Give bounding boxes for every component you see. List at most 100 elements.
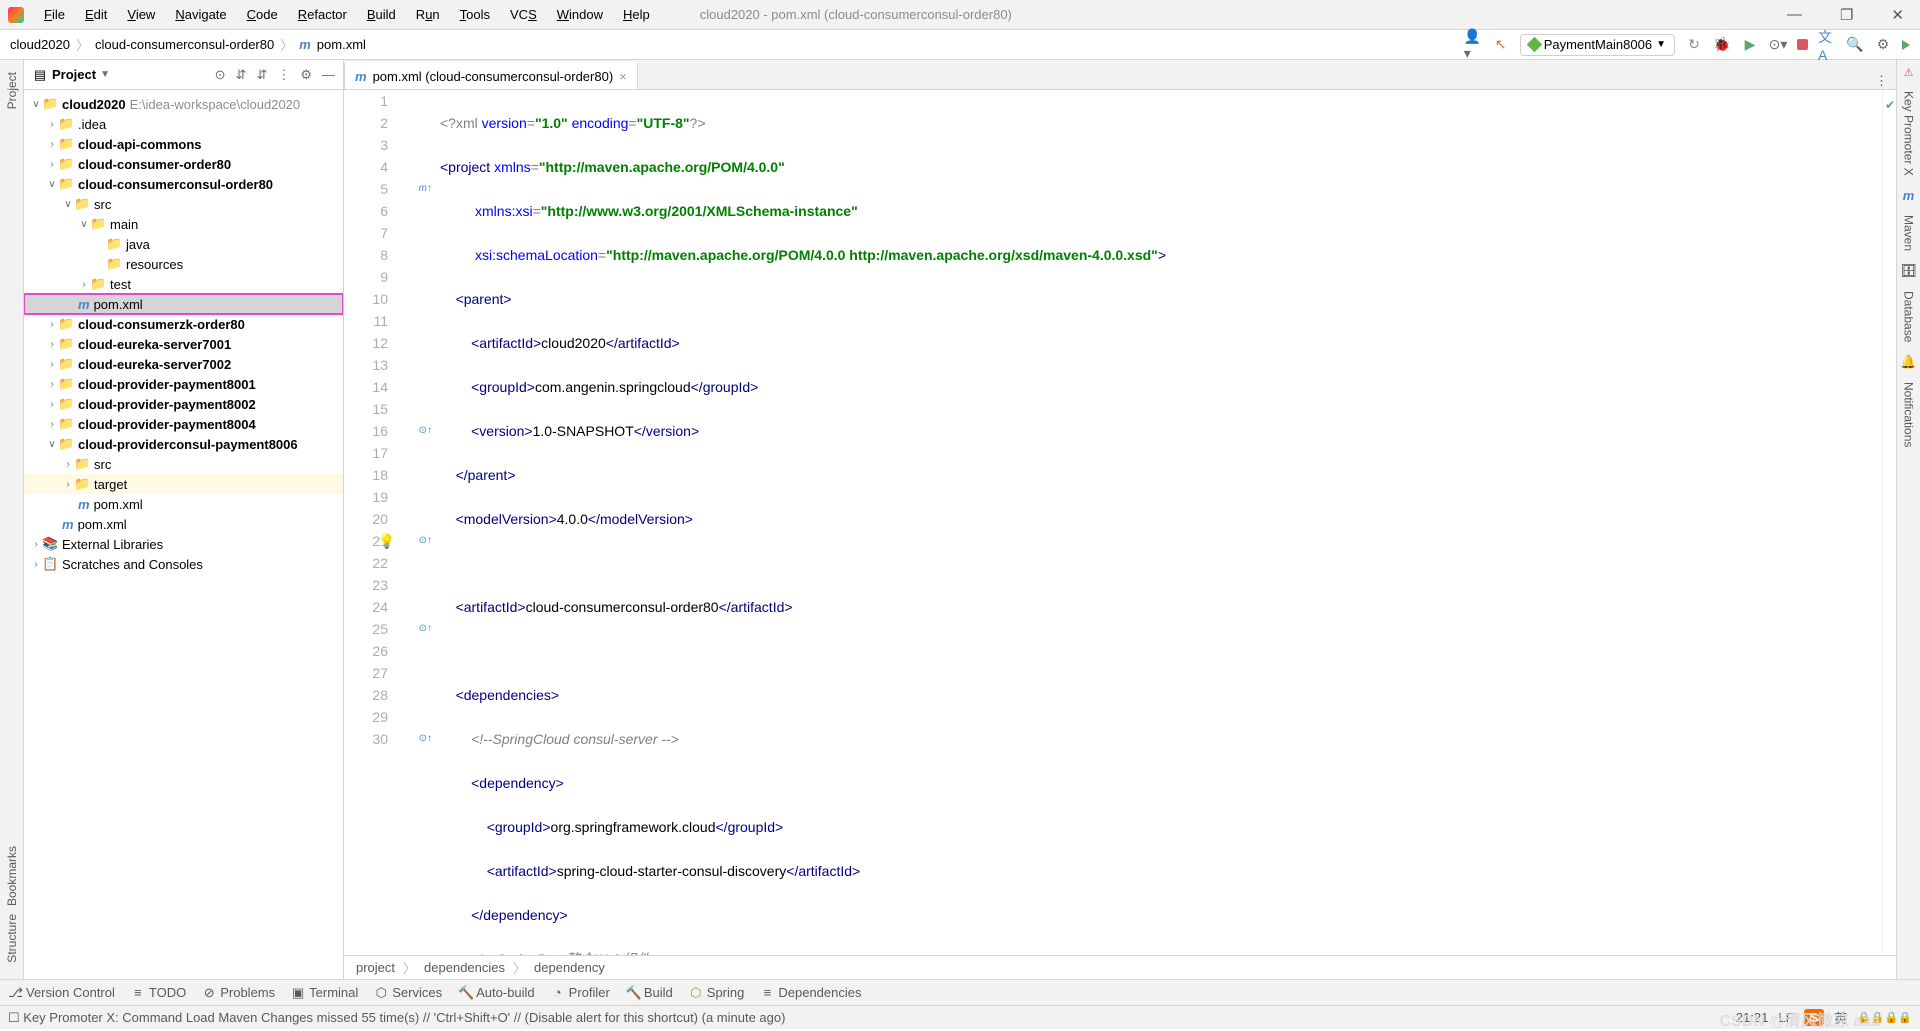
tool-build[interactable]: 🔨Build (626, 985, 673, 1001)
tree-target[interactable]: target (94, 477, 127, 492)
tab-pom-xml[interactable]: m pom.xml (cloud-consumerconsul-order80)… (344, 61, 638, 89)
target-icon[interactable]: ⊙ (215, 67, 226, 83)
tool-terminal[interactable]: ▣Terminal (291, 985, 358, 1001)
debug-icon[interactable]: 🐞 (1713, 36, 1731, 54)
minimize-icon[interactable]: — (1779, 3, 1810, 27)
tool-autobuild[interactable]: 🔨Auto-build (458, 985, 535, 1001)
watermark: CSDN @清风微凉 aaa (1719, 1007, 1880, 1031)
tree-root[interactable]: cloud2020 (62, 97, 126, 112)
tool-problems[interactable]: ⊘Problems (202, 985, 275, 1001)
bottom-tool-strip: ⎇Version Control ≡TODO ⊘Problems ▣Termin… (0, 979, 1920, 1005)
tool-project[interactable]: Project (5, 68, 19, 113)
menu-vcs[interactable]: VCS (502, 4, 545, 25)
tool-maven[interactable]: Maven (1902, 211, 1916, 255)
code-area[interactable]: <?xml version="1.0" encoding="UTF-8"?> <… (434, 90, 1882, 955)
tree-scratches[interactable]: Scratches and Consoles (62, 557, 203, 572)
tree-payment8001[interactable]: cloud-provider-payment8001 (78, 377, 256, 392)
hide-icon[interactable]: — (322, 67, 335, 82)
tree-main[interactable]: main (110, 217, 138, 232)
profile-icon[interactable]: ⊙▾ (1769, 36, 1787, 54)
menu-window[interactable]: Window (549, 4, 611, 25)
right-tool-strip: ⚠ Key Promoter X m Maven 🗄 Database 🔔 No… (1896, 60, 1920, 979)
tree-pom-selected[interactable]: pom.xml (94, 297, 143, 312)
coverage-icon[interactable]: ▶ (1741, 36, 1759, 54)
tree-consumer-order80[interactable]: cloud-consumer-order80 (78, 157, 231, 172)
menu-code[interactable]: Code (239, 4, 286, 25)
maven-icon: m (355, 69, 367, 84)
tab-close-icon[interactable]: × (619, 69, 627, 84)
tree-payment8004[interactable]: cloud-provider-payment8004 (78, 417, 256, 432)
tree-consumerzk[interactable]: cloud-consumerzk-order80 (78, 317, 245, 332)
tree-external-libs[interactable]: External Libraries (62, 537, 163, 552)
database-icon[interactable]: 🗄 (1900, 263, 1917, 279)
tool-todo[interactable]: ≡TODO (131, 985, 186, 1000)
crumb-dep[interactable]: dependency (534, 960, 605, 975)
tool-key-promoter[interactable]: Key Promoter X (1902, 87, 1916, 180)
tree-java[interactable]: java (126, 237, 150, 252)
tree-consumerconsul-order80[interactable]: cloud-consumerconsul-order80 (78, 177, 273, 192)
tree-resources[interactable]: resources (126, 257, 183, 272)
bell-icon[interactable]: 🔔 (1900, 354, 1916, 370)
tool-dependencies[interactable]: ≡Dependencies (760, 985, 861, 1000)
breadcrumb-root[interactable]: cloud2020 (10, 37, 70, 52)
window-title: cloud2020 - pom.xml (cloud-consumerconsu… (692, 4, 1020, 25)
expand-icon[interactable]: ⇵ (236, 67, 247, 83)
tool-database[interactable]: Database (1902, 287, 1916, 346)
maven-tool-icon[interactable]: m (1903, 188, 1915, 203)
menu-edit[interactable]: Edit (77, 4, 115, 25)
maximize-icon[interactable]: ❐ (1832, 3, 1861, 27)
tree-api-commons[interactable]: cloud-api-commons (78, 137, 202, 152)
ide-errors-icon[interactable]: ⚠ (1904, 66, 1914, 79)
users-icon[interactable]: 👤▾ (1464, 36, 1482, 54)
project-panel-header: ▤ Project ▼ ⊙ ⇵ ⇵ ⋮ ⚙ — (24, 60, 343, 90)
tree-eureka7001[interactable]: cloud-eureka-server7001 (78, 337, 231, 352)
status-message: Key Promoter X: Command Load Maven Chang… (23, 1010, 785, 1025)
tool-profiler[interactable]: ◔Profiler (551, 985, 610, 1000)
menu-help[interactable]: Help (615, 4, 658, 25)
translate-icon[interactable]: 文A (1818, 36, 1836, 54)
search-icon[interactable]: 🔍 (1846, 36, 1864, 54)
menu-build[interactable]: Build (359, 4, 404, 25)
collapse-icon[interactable]: ⇵ (256, 67, 267, 83)
breadcrumb-file[interactable]: pom.xml (317, 37, 366, 52)
breadcrumb-module[interactable]: cloud-consumerconsul-order80 (95, 37, 274, 52)
project-tree[interactable]: ∨📁cloud2020E:\idea-workspace\cloud2020 ›… (24, 90, 343, 979)
tree-src2[interactable]: src (94, 457, 111, 472)
tab-menu-icon[interactable]: ⋮ (1875, 73, 1896, 89)
settings-icon[interactable]: ⚙ (300, 67, 312, 83)
tool-spring[interactable]: ⬡Spring (689, 985, 745, 1001)
tree-src[interactable]: src (94, 197, 111, 212)
menu-refactor[interactable]: Refactor (290, 4, 355, 25)
crumb-project[interactable]: project (356, 960, 395, 975)
tree-eureka7002[interactable]: cloud-eureka-server7002 (78, 357, 231, 372)
crumb-deps[interactable]: dependencies (424, 960, 505, 975)
menu-view[interactable]: View (119, 4, 163, 25)
menu-navigate[interactable]: Navigate (167, 4, 234, 25)
options-icon[interactable]: ⋮ (277, 67, 290, 83)
tree-idea[interactable]: .idea (78, 117, 106, 132)
tool-vcs[interactable]: ⎇Version Control (8, 985, 115, 1001)
tool-bookmarks[interactable]: Bookmarks (5, 842, 19, 910)
tab-label: pom.xml (cloud-consumerconsul-order80) (373, 69, 614, 84)
analysis-stripe[interactable]: ✔ (1882, 90, 1896, 955)
status-icon[interactable]: ☐ (8, 1010, 20, 1026)
back-arrow-icon[interactable]: ↖ (1492, 36, 1510, 54)
tool-services[interactable]: ⬡Services (374, 985, 442, 1001)
play-icon[interactable] (1902, 40, 1910, 50)
run-icon[interactable]: ↻ (1685, 36, 1703, 54)
tree-providerconsul[interactable]: cloud-providerconsul-payment8006 (78, 437, 298, 452)
tool-notifications[interactable]: Notifications (1902, 378, 1916, 451)
menu-file[interactable]: File (36, 4, 73, 25)
project-view-icon[interactable]: ▤ (32, 67, 48, 83)
tree-pom2[interactable]: pom.xml (94, 497, 143, 512)
tree-pom-root[interactable]: pom.xml (78, 517, 127, 532)
menu-run[interactable]: Run (408, 4, 448, 25)
close-icon[interactable]: ✕ (1883, 3, 1912, 27)
tree-payment8002[interactable]: cloud-provider-payment8002 (78, 397, 256, 412)
tool-structure[interactable]: Structure (5, 910, 19, 967)
stop-icon[interactable] (1797, 39, 1808, 50)
tree-test[interactable]: test (110, 277, 131, 292)
gear-icon[interactable]: ⚙ (1874, 36, 1892, 54)
run-config-selector[interactable]: PaymentMain8006▼ (1520, 34, 1675, 56)
menu-tools[interactable]: Tools (452, 4, 498, 25)
